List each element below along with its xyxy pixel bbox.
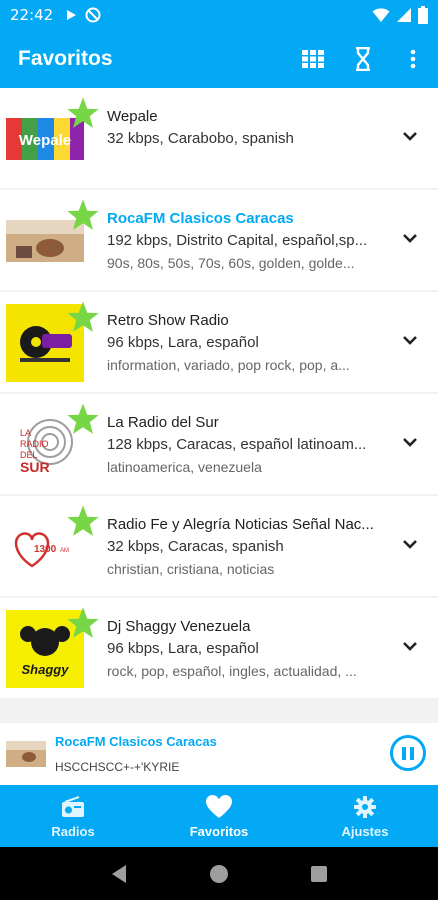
- list-item[interactable]: RocaFM Clasicos Caracas 192 kbps, Distri…: [0, 190, 438, 290]
- station-name: Dj Shaggy Venezuela: [107, 618, 251, 635]
- grid-view-icon: [302, 50, 324, 68]
- pause-icon: [402, 746, 406, 760]
- nav-ajustes[interactable]: Ajustes: [292, 785, 438, 847]
- chevron-down-icon[interactable]: [400, 330, 420, 350]
- wifi-icon: [372, 8, 390, 22]
- station-tags: rock, pop, español, ingles, actualidad, …: [107, 663, 357, 679]
- station-tags: latinoamerica, venezuela: [107, 459, 262, 475]
- grid-view-button[interactable]: [288, 34, 338, 84]
- app-bar: Favoritos: [0, 30, 438, 88]
- station-info: 192 kbps, Distrito Capital, español,sp..…: [107, 232, 368, 249]
- favorite-star-icon[interactable]: [66, 96, 100, 130]
- station-info: 96 kbps, Lara, español: [107, 334, 259, 351]
- more-options-button[interactable]: [388, 34, 438, 84]
- list-item[interactable]: Shaggy Dj Shaggy Venezuela 96 kbps, Lara…: [0, 598, 438, 698]
- nav-radios[interactable]: Radios: [0, 785, 146, 847]
- system-nav-bar: [0, 847, 438, 900]
- favorite-star-icon[interactable]: [66, 504, 100, 538]
- status-bar: 22:42: [0, 0, 438, 30]
- station-tags: 90s, 80s, 50s, 70s, 60s, golden, golde..…: [107, 255, 355, 271]
- player-title: RocaFM Clasicos Caracas: [55, 734, 217, 749]
- battery-icon: [418, 6, 428, 24]
- radio-icon: [62, 795, 84, 817]
- station-name: La Radio del Sur: [107, 414, 219, 431]
- station-tags: christian, cristiana, noticias: [107, 561, 275, 577]
- station-name: Radio Fe y Alegría Noticias Señal Nac...: [107, 516, 374, 533]
- hourglass-icon: [356, 47, 370, 71]
- page-title: Favoritos: [18, 47, 113, 70]
- favorites-list: Wepale Wepale 32 kbps, Carabobo, spanish…: [0, 88, 438, 700]
- station-tags: information, variado, pop rock, pop, a..…: [107, 357, 350, 373]
- more-vert-icon: [410, 49, 416, 69]
- svg-text:LA: LA: [20, 428, 31, 438]
- list-item[interactable]: Retro Show Radio 96 kbps, Lara, español …: [0, 292, 438, 392]
- station-info: 32 kbps, Carabobo, spanish: [107, 130, 294, 147]
- play-icon: [67, 10, 77, 20]
- nav-favoritos[interactable]: Favoritos: [146, 785, 292, 847]
- favorite-star-icon[interactable]: [66, 198, 100, 232]
- list-item[interactable]: 1300 AM Radio Fe y Alegría Noticias Seña…: [0, 496, 438, 596]
- station-info: 96 kbps, Lara, español: [107, 640, 259, 657]
- nav-radios-label: Radios: [51, 823, 95, 839]
- svg-text:Shaggy: Shaggy: [22, 662, 70, 677]
- mini-player[interactable]: RocaFM Clasicos Caracas HSCCHSCC+-+'KYRI…: [0, 723, 438, 785]
- no-disturb-icon: [85, 7, 101, 23]
- favorite-star-icon[interactable]: [66, 606, 100, 640]
- station-info: 32 kbps, Caracas, spanish: [107, 538, 284, 555]
- svg-text:1300: 1300: [34, 544, 57, 555]
- svg-text:RADIO: RADIO: [20, 439, 49, 449]
- status-time: 22:42: [10, 6, 54, 24]
- list-item[interactable]: Wepale Wepale 32 kbps, Carabobo, spanish: [0, 88, 438, 188]
- svg-text:AM: AM: [60, 548, 69, 554]
- player-station-logo: [6, 741, 46, 767]
- bottom-nav: Radios Favoritos Ajustes: [0, 785, 438, 847]
- heart-icon: [206, 794, 232, 818]
- favorite-star-icon[interactable]: [66, 300, 100, 334]
- home-icon[interactable]: [209, 864, 229, 884]
- list-item[interactable]: LA RADIO DEL SUR La Radio del Sur 128 kb…: [0, 394, 438, 494]
- sleep-timer-button[interactable]: [338, 34, 388, 84]
- recents-icon[interactable]: [310, 865, 328, 883]
- station-name: Wepale: [107, 108, 158, 125]
- back-icon[interactable]: [110, 864, 128, 884]
- station-name: Retro Show Radio: [107, 312, 229, 329]
- station-name: RocaFM Clasicos Caracas: [107, 210, 294, 227]
- nav-ajustes-label: Ajustes: [341, 823, 389, 839]
- chevron-down-icon[interactable]: [400, 534, 420, 554]
- nav-favoritos-label: Favoritos: [189, 823, 249, 839]
- chevron-down-icon[interactable]: [400, 636, 420, 656]
- pause-button[interactable]: [390, 735, 426, 771]
- player-subtitle: HSCCHSCC+-+'KYRIE: [55, 760, 180, 774]
- station-logo-text: Wepale: [19, 132, 71, 149]
- favorite-star-icon[interactable]: [66, 402, 100, 436]
- station-info: 128 kbps, Caracas, español latinoam...: [107, 436, 367, 453]
- signal-icon: [397, 8, 411, 22]
- chevron-down-icon[interactable]: [400, 432, 420, 452]
- svg-text:SUR: SUR: [20, 459, 50, 475]
- gear-icon: [354, 795, 376, 818]
- chevron-down-icon[interactable]: [400, 126, 420, 146]
- chevron-down-icon[interactable]: [400, 228, 420, 248]
